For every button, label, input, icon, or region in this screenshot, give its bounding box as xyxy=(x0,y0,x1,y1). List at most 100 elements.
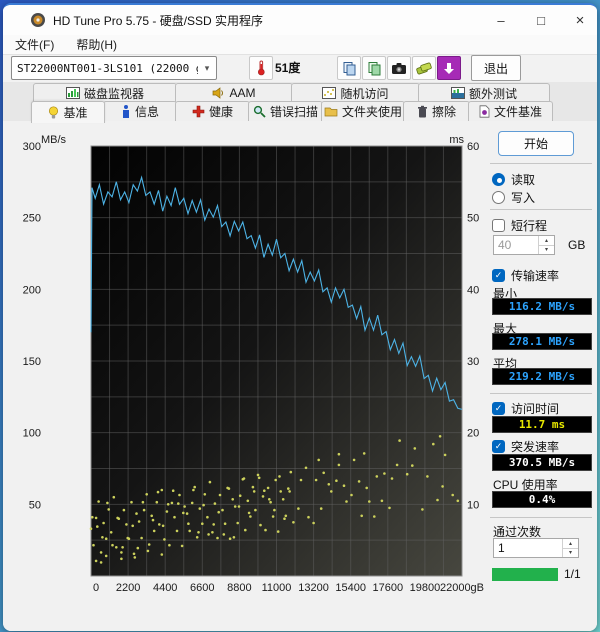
separator xyxy=(490,393,592,394)
transfer-rate-checkbox[interactable]: ✓ 传输速率 xyxy=(492,267,559,284)
pass-count-stepper[interactable]: 1 ▴ ▾ xyxy=(493,538,579,558)
folder-icon xyxy=(324,107,338,117)
short-stroke-checkbox[interactable]: 短行程 xyxy=(492,217,547,234)
exit-button[interactable]: 退出 xyxy=(471,55,521,81)
window-title: HD Tune Pro 5.75 - 硬盘/SSD 实用程序 xyxy=(53,14,264,28)
avg-value-box: 219.2 MB/s xyxy=(492,368,592,385)
tab-disk-monitor[interactable]: 磁盘监视器 xyxy=(33,83,177,102)
info-icon xyxy=(122,105,129,118)
svg-text:50: 50 xyxy=(467,213,479,225)
svg-text:22000gB: 22000gB xyxy=(440,582,484,594)
camera-icon xyxy=(392,62,406,74)
menu-help[interactable]: 帮助(H) xyxy=(72,35,121,54)
svg-text:40: 40 xyxy=(467,284,479,296)
tab-label: 随机访问 xyxy=(340,86,389,101)
svg-text:6600: 6600 xyxy=(190,582,214,594)
tab-label: AAM xyxy=(229,86,256,100)
svg-text:19800: 19800 xyxy=(410,582,441,594)
burst-rate-value-box: 370.5 MB/s xyxy=(492,454,592,471)
access-time-value-box: 11.7 ms xyxy=(492,416,592,433)
tab-label: 基准 xyxy=(63,106,88,120)
benchmark-pane: MB/s ms 50 100 150 200 250 300 10 20 30 40 50 60 0 2200… xyxy=(3,121,597,631)
tab-erase[interactable]: 擦除 xyxy=(403,101,470,121)
temperature-button[interactable] xyxy=(249,56,273,80)
svg-text:10: 10 xyxy=(467,499,479,511)
control-panel: 开始 读取 写入 短行程 40 ▴ ▾ GB ✓ 传输速率 最小 116.2 M… xyxy=(488,121,597,631)
short-stroke-label: 短行程 xyxy=(511,219,548,233)
read-radio[interactable]: 读取 xyxy=(492,171,535,188)
tab-label: 健康 xyxy=(208,105,233,119)
save-results-button[interactable] xyxy=(412,56,436,80)
write-radio[interactable]: 写入 xyxy=(492,189,535,206)
drive-selector[interactable]: ST22000NT001-3LS101 (22000 gB) ▾ xyxy=(11,56,217,80)
spin-up-icon[interactable]: ▴ xyxy=(539,236,554,246)
lightbulb-icon xyxy=(49,105,59,118)
svg-text:20: 20 xyxy=(467,428,479,440)
spinner[interactable]: ▴ ▾ xyxy=(562,539,578,557)
radio-icon xyxy=(492,191,505,204)
tab-health[interactable]: 健康 xyxy=(175,101,250,121)
menu-bar: 文件(F) 帮助(H) xyxy=(3,35,597,55)
screenshot-button[interactable] xyxy=(387,56,411,80)
progress-bar xyxy=(492,568,558,581)
close-button[interactable]: × xyxy=(561,5,597,35)
toolbar: ST22000NT001-3LS101 (22000 gB) ▾ 51度 退出 xyxy=(3,55,597,82)
minimize-button[interactable]: – xyxy=(482,5,520,35)
svg-text:300: 300 xyxy=(23,141,41,153)
tab-info[interactable]: 信息 xyxy=(103,101,177,121)
svg-text:8800: 8800 xyxy=(227,582,251,594)
pass-count-value: 1 xyxy=(498,541,505,555)
tab-label: 磁盘监视器 xyxy=(83,86,144,101)
svg-text:30: 30 xyxy=(467,356,479,368)
extra-chart-icon xyxy=(450,87,465,99)
checkbox-icon xyxy=(492,219,505,232)
access-time-checkbox[interactable]: ✓ 访问时间 xyxy=(492,400,559,417)
svg-text:17600: 17600 xyxy=(373,582,404,594)
max-value-box: 278.1 MB/s xyxy=(492,333,592,350)
magnifier-icon xyxy=(253,105,266,118)
spin-down-icon[interactable]: ▾ xyxy=(539,246,554,255)
tab-strip: 磁盘监视器 AAM 随机访问 额外测试 基准 信息 健康 错误扫描 文件夹使用 … xyxy=(3,82,597,123)
spin-up-icon[interactable]: ▴ xyxy=(563,539,578,549)
chevron-down-icon: ▾ xyxy=(204,62,210,73)
tab-aam[interactable]: AAM xyxy=(175,83,293,102)
tab-extra-tests[interactable]: 额外测试 xyxy=(418,83,550,102)
copy-image-icon xyxy=(368,61,380,75)
checkbox-icon: ✓ xyxy=(492,269,505,282)
svg-text:MB/s: MB/s xyxy=(41,134,67,146)
tab-random-access[interactable]: 随机访问 xyxy=(291,83,420,102)
tab-error-scan[interactable]: 错误扫描 xyxy=(248,101,323,121)
short-stroke-size-stepper[interactable]: 40 ▴ ▾ xyxy=(493,235,555,255)
start-button[interactable]: 开始 xyxy=(498,131,574,156)
download-button[interactable] xyxy=(437,56,461,80)
copy-text-button[interactable] xyxy=(337,56,361,80)
tab-file-benchmark[interactable]: 文件基准 xyxy=(468,101,553,121)
spinner[interactable]: ▴ ▾ xyxy=(538,236,554,254)
temperature-value: 51度 xyxy=(275,61,301,75)
tab-label: 错误扫描 xyxy=(269,105,318,119)
thermometer-icon xyxy=(258,60,265,76)
tab-benchmark[interactable]: 基准 xyxy=(31,101,105,123)
gb-unit-label: GB xyxy=(568,238,586,252)
tab-label: 擦除 xyxy=(431,105,456,119)
separator xyxy=(490,517,592,518)
tab-folder-usage[interactable]: 文件夹使用 xyxy=(321,101,405,121)
progress-fraction: 1/1 xyxy=(564,567,581,581)
spin-down-icon[interactable]: ▾ xyxy=(563,549,578,558)
tab-label: 文件基准 xyxy=(493,105,542,119)
svg-text:ms: ms xyxy=(449,134,464,146)
maximize-button[interactable]: □ xyxy=(522,5,560,35)
monitor-chart-icon xyxy=(65,87,80,99)
copy-image-button[interactable] xyxy=(362,56,386,80)
menu-file[interactable]: 文件(F) xyxy=(11,35,58,54)
burst-rate-checkbox[interactable]: ✓ 突发速率 xyxy=(492,438,559,455)
speaker-icon xyxy=(213,87,224,99)
disk-stack-icon xyxy=(416,62,432,75)
down-arrow-icon xyxy=(444,62,454,74)
drive-selector-value: ST22000NT001-3LS101 (22000 gB) xyxy=(17,61,198,75)
tab-label: 信息 xyxy=(134,105,159,119)
svg-text:2200: 2200 xyxy=(116,582,140,594)
svg-text:0: 0 xyxy=(93,582,99,594)
write-radio-label: 写入 xyxy=(511,191,536,205)
short-stroke-size-value: 40 xyxy=(498,238,512,252)
